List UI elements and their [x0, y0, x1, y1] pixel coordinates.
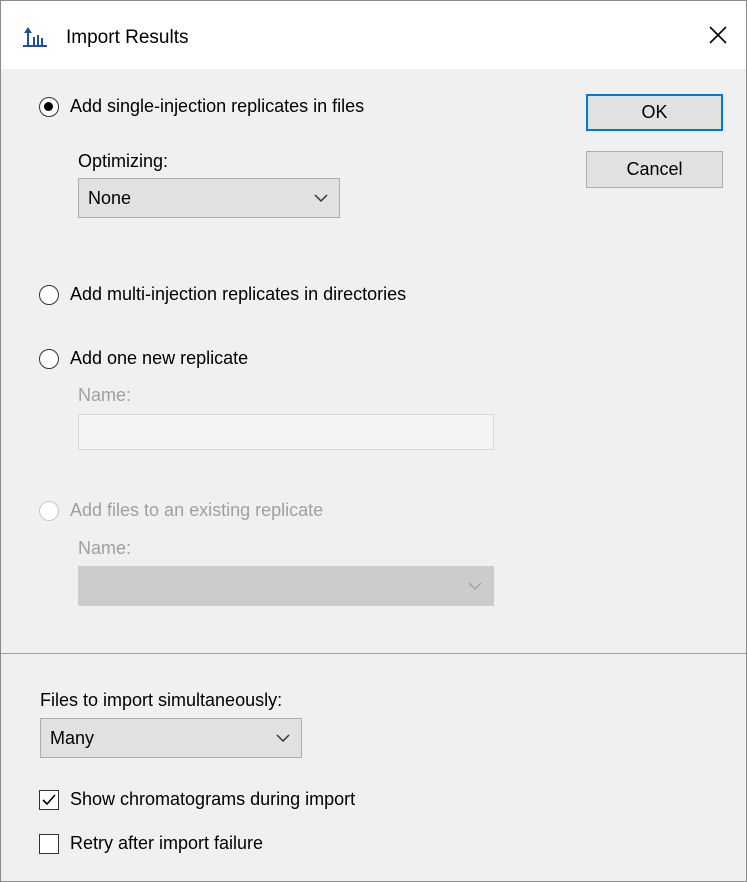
existing-replicate-name-dropdown — [78, 566, 494, 606]
chevron-down-icon — [276, 734, 290, 743]
chevron-down-icon — [468, 582, 482, 591]
existing-replicate-label: Add files to an existing replicate — [70, 500, 324, 520]
single-injection-label: Add single-injection replicates in files — [70, 96, 365, 116]
new-replicate-radio[interactable] — [39, 348, 59, 369]
checkmark-icon — [42, 793, 56, 805]
multi-injection-radio[interactable] — [39, 284, 59, 305]
single-injection-option[interactable]: Add single-injection replicates in files — [39, 96, 364, 117]
files-simultaneous-value: Many — [50, 727, 95, 748]
new-replicate-name-label: Name: — [78, 385, 132, 405]
retry-failure-option[interactable]: Retry after import failure — [39, 833, 263, 854]
show-chromatograms-label: Show chromatograms during import — [70, 789, 356, 809]
title-bar[interactable]: Import Results — [1, 1, 746, 69]
show-chromatograms-option[interactable]: Show chromatograms during import — [39, 789, 355, 810]
chevron-down-icon — [314, 194, 328, 203]
cancel-button[interactable]: Cancel — [586, 151, 723, 188]
new-replicate-label: Add one new replicate — [70, 348, 249, 368]
section-divider — [1, 653, 746, 654]
close-button[interactable] — [690, 7, 746, 63]
dialog-title: Import Results — [66, 27, 189, 48]
close-icon — [709, 26, 727, 44]
existing-replicate-option: Add files to an existing replicate — [39, 500, 323, 521]
multi-injection-label: Add multi-injection replicates in direct… — [70, 284, 407, 304]
optimizing-label: Optimizing: — [78, 151, 169, 171]
import-results-dialog: Import Results Add single-injection repl… — [0, 0, 747, 882]
retry-failure-label: Retry after import failure — [70, 833, 264, 853]
new-replicate-name-input[interactable] — [78, 414, 494, 450]
optimizing-dropdown[interactable]: None — [78, 178, 340, 218]
show-chromatograms-checkbox[interactable] — [39, 789, 59, 810]
skyline-chart-icon — [23, 26, 47, 48]
files-simultaneous-dropdown[interactable]: Many — [40, 718, 302, 758]
single-injection-radio[interactable] — [39, 96, 59, 117]
retry-failure-checkbox[interactable] — [39, 833, 59, 854]
multi-injection-option[interactable]: Add multi-injection replicates in direct… — [39, 284, 406, 305]
new-replicate-option[interactable]: Add one new replicate — [39, 348, 248, 369]
ok-button[interactable]: OK — [586, 94, 723, 131]
optimizing-value: None — [88, 187, 132, 208]
existing-replicate-name-label: Name: — [78, 538, 132, 558]
files-simultaneous-label: Files to import simultaneously: — [40, 690, 283, 710]
existing-replicate-radio — [39, 500, 59, 521]
